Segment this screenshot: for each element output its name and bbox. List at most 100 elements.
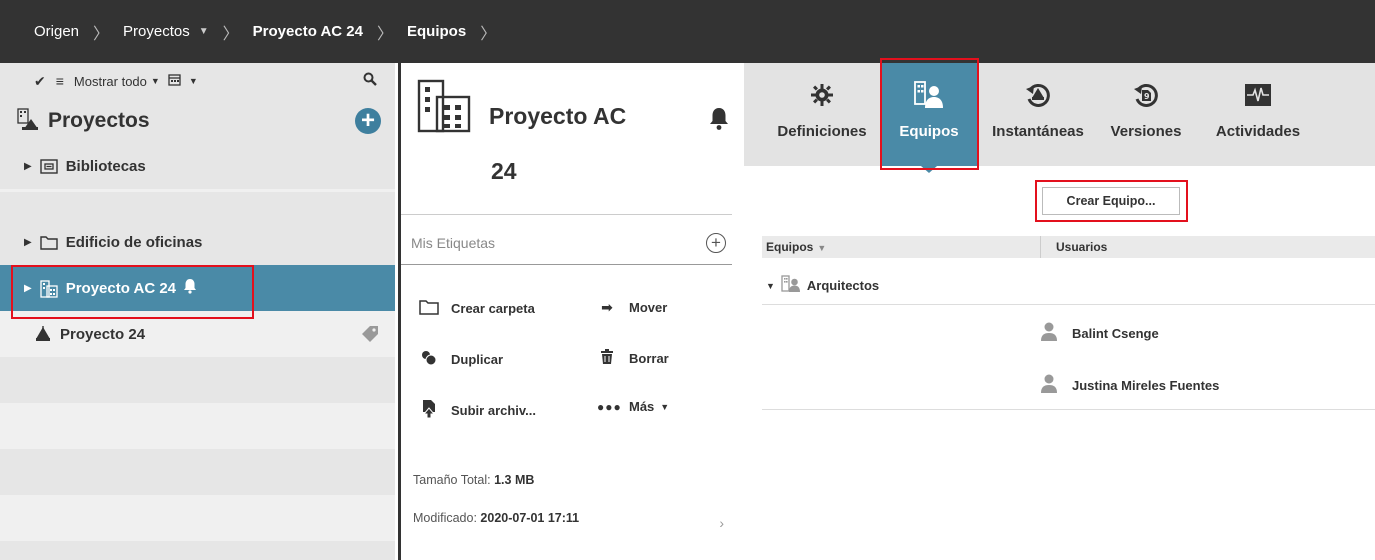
create-team-button[interactable]: Crear Equipo... [1042, 187, 1180, 215]
column-header-teams[interactable]: Equipos ▼ [766, 240, 826, 254]
tree-empty-row [0, 541, 395, 560]
project-icon [34, 326, 52, 342]
sort-caret-icon[interactable]: ▼ [817, 243, 826, 253]
projects-icon [16, 107, 40, 136]
delete-button[interactable]: Borrar [597, 349, 669, 368]
bell-icon[interactable] [708, 107, 730, 136]
details-header: Proyecto AC 24 [401, 63, 732, 215]
projects-header: Proyectos + [0, 99, 395, 143]
user-icon [1040, 322, 1058, 345]
caret-down-icon[interactable]: ▼ [189, 76, 198, 86]
chevron-right-icon: 〉 [480, 25, 497, 43]
snapshot-icon [1025, 81, 1051, 109]
gear-icon [810, 81, 834, 109]
arrow-right-icon: ➡ [601, 299, 613, 315]
breadcrumb-proyectos[interactable]: Proyectos ▼ 〉 [123, 20, 253, 44]
check-icon[interactable]: ✔ [34, 73, 46, 90]
expand-arrow-icon[interactable]: ▶ [24, 283, 32, 294]
tree-item-proyecto-ac-24[interactable]: ▶ Proyecto AC 24 [0, 265, 395, 311]
divider [0, 189, 395, 192]
chevron-right-icon: 〉 [222, 25, 239, 43]
tree-item-label: Bibliotecas [65, 157, 146, 175]
create-folder-button[interactable]: Crear carpeta [419, 299, 535, 318]
duplicate-icon [419, 349, 439, 370]
add-tag-button[interactable]: + [706, 233, 726, 253]
tag-icon[interactable] [361, 325, 379, 347]
tree-item-edificio-de-oficinas[interactable]: ▶ Edificio de oficinas [0, 219, 395, 265]
caret-down-icon[interactable]: ▼ [199, 26, 209, 37]
trash-icon [597, 349, 617, 368]
tab-equipos[interactable]: Equipos [881, 63, 977, 173]
project-tree-panel: ✔ ≡ Mostrar todo ▼ ▼ Proyectos + ▶ Bibli… [0, 63, 395, 560]
collapse-arrow-icon[interactable]: ▼ [766, 281, 775, 291]
column-header-users[interactable]: Usuarios [1040, 236, 1107, 258]
projects-title: Proyectos [48, 109, 150, 132]
teams-icon [781, 275, 801, 296]
tree-item-label: Edificio de oficinas [65, 233, 203, 251]
tree-item-label: Proyecto AC 24 [65, 279, 177, 297]
add-project-button[interactable]: + [355, 108, 381, 134]
team-name: Arquitectos [806, 278, 880, 293]
chevron-right-icon[interactable]: › [719, 515, 724, 531]
table-row[interactable]: Balint Csenge [762, 306, 1375, 358]
tab-instantaneas[interactable]: Instantáneas [982, 63, 1094, 166]
upload-icon [419, 399, 439, 422]
upload-button[interactable]: Subir archiv... [419, 399, 536, 422]
tags-label: Mis Etiquetas [411, 235, 496, 251]
total-size: Tamaño Total: 1.3 MB [413, 473, 535, 487]
more-dropdown[interactable]: ●●● Más ▼ [597, 399, 669, 414]
svg-text:9: 9 [1144, 92, 1150, 101]
breadcrumb-equipos[interactable]: Equipos 〉 [407, 20, 510, 44]
bell-icon [182, 278, 198, 298]
teams-table-header: Equipos ▼ Usuarios [762, 236, 1375, 258]
table-row[interactable]: Justina Mireles Fuentes [762, 358, 1375, 410]
tree-item-bibliotecas[interactable]: ▶ Bibliotecas [0, 143, 395, 189]
teams-icon [914, 81, 944, 109]
activity-icon [1244, 81, 1272, 109]
breadcrumb-proyecto-ac-24[interactable]: Proyecto AC 24 〉 [253, 20, 407, 44]
versions-icon: 9 [1133, 81, 1159, 109]
expand-arrow-icon[interactable]: ▶ [24, 161, 32, 172]
user-name: Balint Csenge [1072, 326, 1159, 341]
tree-empty-row [0, 495, 395, 541]
user-name: Justina Mireles Fuentes [1072, 378, 1220, 393]
tree-empty-row [0, 357, 395, 403]
tree-empty-row [0, 403, 395, 449]
project-title-line2: 24 [491, 158, 517, 184]
tree-item-label: Proyecto 24 [60, 325, 146, 343]
tree-item-proyecto-24[interactable]: Proyecto 24 [0, 311, 395, 357]
user-icon [1040, 374, 1058, 397]
building-icon [417, 79, 473, 140]
more-dots-icon: ●●● [597, 399, 622, 414]
breadcrumb: Origen 〉 Proyectos ▼ 〉 Proyecto AC 24 〉 Equi… [0, 0, 1375, 63]
folder-icon [419, 299, 439, 318]
folder-icon [40, 234, 58, 250]
modified-date-value: 2020-07-01 17:11 [480, 511, 580, 525]
modified-date: Modificado: 2020-07-01 17:11 [413, 511, 580, 525]
tags-section: Mis Etiquetas + [401, 215, 732, 265]
duplicate-button[interactable]: Duplicar [419, 349, 503, 370]
caret-down-icon: ▼ [660, 401, 670, 412]
table-row[interactable]: ▼ Arquitectos [762, 269, 1375, 305]
total-size-value: 1.3 MB [494, 473, 535, 487]
details-panel: Proyecto AC 24 Mis Etiquetas + Crear car… [398, 63, 744, 560]
building-icon [40, 280, 58, 298]
expand-arrow-icon[interactable]: ▶ [24, 237, 32, 248]
chevron-right-icon: 〉 [377, 25, 394, 43]
library-icon [40, 158, 58, 174]
caret-down-icon[interactable]: ▼ [151, 76, 160, 86]
project-title: Proyecto AC [489, 103, 627, 129]
move-button[interactable]: ➡ Mover [597, 299, 667, 316]
tab-versiones[interactable]: 9 Versiones [1096, 63, 1196, 166]
tree-toolbar: ✔ ≡ Mostrar todo ▼ ▼ [0, 63, 395, 99]
tab-definiciones[interactable]: Definiciones [764, 63, 880, 166]
calendar-icon[interactable] [168, 73, 181, 89]
chevron-right-icon: 〉 [93, 25, 110, 43]
search-icon[interactable] [363, 72, 377, 89]
teams-panel: Definiciones Equipos Instantáneas 9 Vers… [744, 63, 1375, 560]
show-all-dropdown[interactable]: Mostrar todo [74, 74, 147, 89]
tab-actividades[interactable]: Actividades [1198, 63, 1318, 166]
menu-icon[interactable]: ≡ [56, 73, 64, 89]
tree-empty-row [0, 449, 395, 495]
breadcrumb-origen[interactable]: Origen 〉 [34, 20, 123, 44]
